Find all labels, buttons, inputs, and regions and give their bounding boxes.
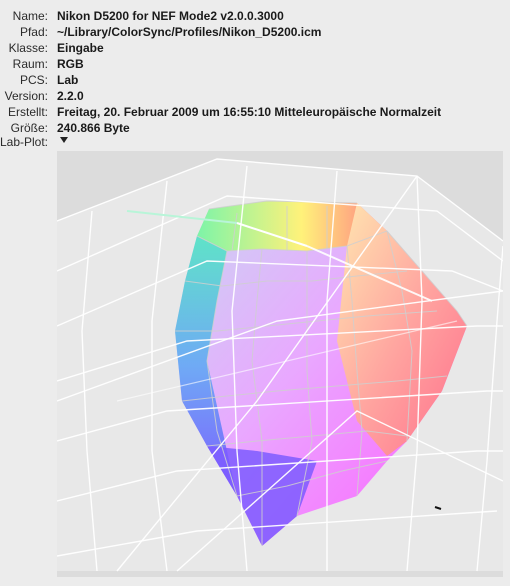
lab-plot-label: Lab-Plot: [0, 135, 48, 149]
disclosure-triangle-down-icon[interactable] [60, 137, 68, 143]
size-value: 240.866 Byte [57, 121, 130, 135]
lab-plot-view[interactable] [57, 151, 503, 577]
lab-gamut-plot[interactable] [57, 151, 503, 577]
info-row-size: Größe: 240.866 Byte [0, 119, 510, 137]
